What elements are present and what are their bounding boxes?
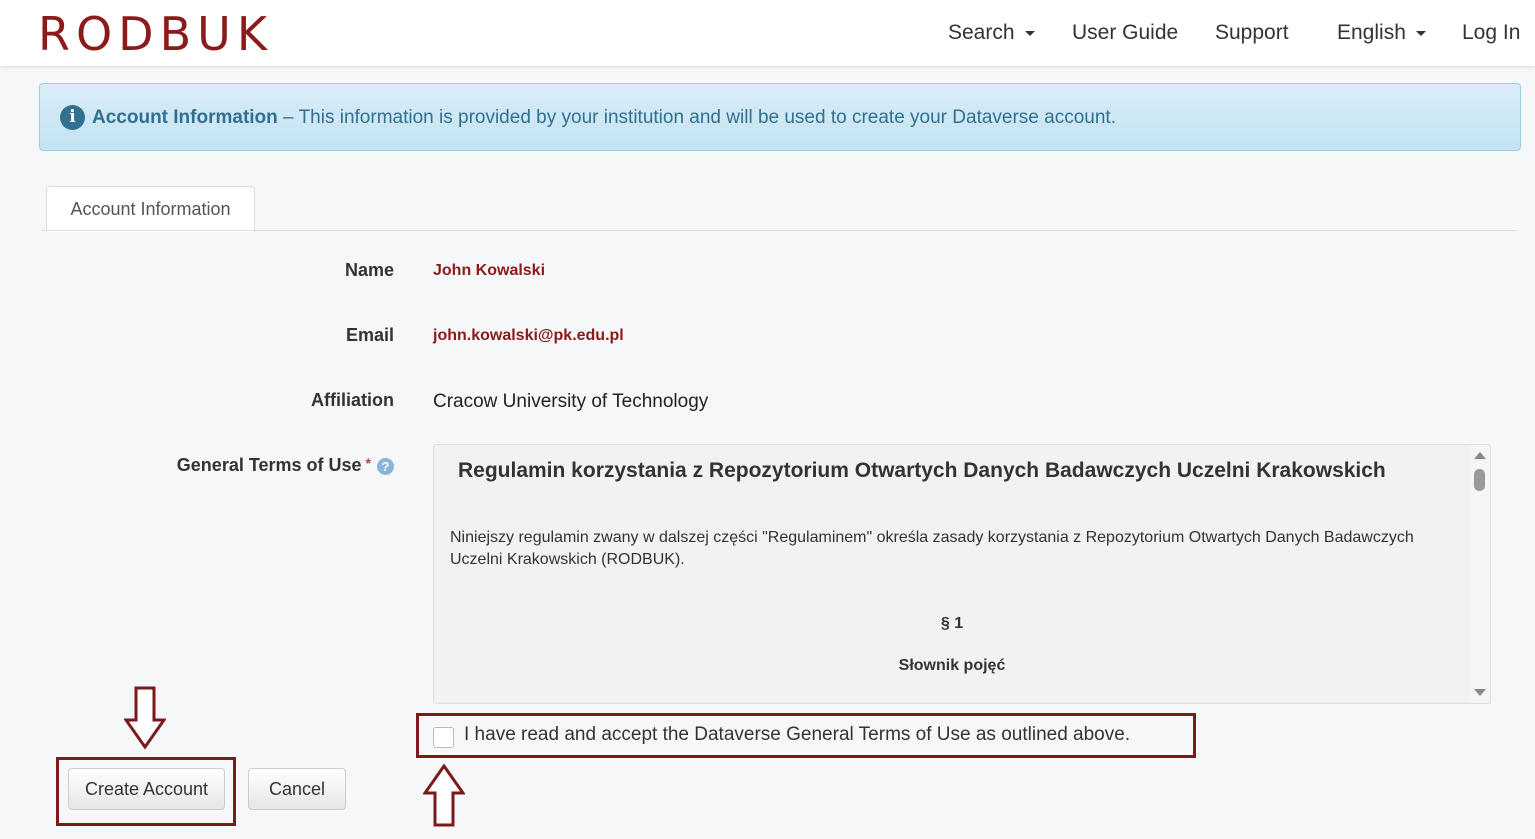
terms-paragraph: Niniejszy regulamin zwany w dalszej częś…: [450, 529, 1414, 568]
scroll-up-icon[interactable]: [1474, 452, 1486, 459]
accept-terms-checkbox[interactable]: [433, 727, 454, 748]
arrow-up-icon: [423, 764, 465, 827]
terms-scroll-box[interactable]: Regulamin korzystania z Repozytorium Otw…: [433, 444, 1491, 704]
nav-language-label: English: [1337, 21, 1406, 44]
terms-section-number: § 1: [940, 615, 964, 632]
account-info-alert: i Account Information – This information…: [39, 83, 1521, 151]
terms-content: Regulamin korzystania z Repozytorium Otw…: [434, 445, 1470, 703]
nav-search-dropdown[interactable]: Search: [948, 20, 1035, 46]
tab-account-information[interactable]: Account Information: [46, 186, 255, 232]
rodbuk-logo[interactable]: RODBUK: [38, 8, 273, 60]
accept-terms-label[interactable]: I have read and accept the Dataverse Gen…: [464, 724, 1130, 746]
nav-support[interactable]: Support: [1215, 20, 1289, 46]
caret-down-icon: [1415, 30, 1426, 36]
nav-search-label: Search: [948, 21, 1015, 44]
scroll-thumb[interactable]: [1474, 469, 1485, 491]
info-icon: i: [60, 105, 85, 130]
question-icon[interactable]: ?: [377, 457, 394, 475]
affiliation-value: Cracow University of Technology: [433, 391, 709, 412]
terms-section-title: Słownik pojęć: [898, 657, 1006, 674]
email-value[interactable]: john.kowalski@pk.edu.pl: [433, 327, 624, 345]
nav-language-dropdown[interactable]: English: [1337, 20, 1426, 46]
alert-message: – This information is provided by your i…: [277, 107, 1116, 128]
affiliation-label: Affiliation: [311, 390, 394, 410]
scroll-down-icon[interactable]: [1474, 689, 1486, 696]
name-value: John Kowalski: [433, 262, 546, 279]
name-label: Name: [344, 260, 394, 280]
alert-text: Account Information – This information i…: [92, 105, 1116, 131]
email-label: Email: [345, 325, 394, 345]
caret-down-icon: [1024, 30, 1035, 36]
tab-divider: [42, 230, 1518, 231]
cancel-button[interactable]: Cancel: [248, 768, 346, 810]
terms-title: Regulamin korzystania z Repozytorium Otw…: [458, 459, 1386, 482]
nav-login[interactable]: Log In: [1462, 20, 1520, 46]
terms-label: General Terms of Use *?: [177, 455, 394, 476]
nav-user-guide[interactable]: User Guide: [1072, 20, 1178, 46]
terms-scrollbar[interactable]: [1470, 445, 1490, 703]
terms-label-text: General Terms of Use: [176, 455, 362, 475]
navbar: RODBUK Search User Guide Support English…: [0, 0, 1535, 66]
create-account-button[interactable]: Create Account: [68, 768, 225, 810]
alert-title: Account Information: [92, 107, 278, 128]
required-asterisk: *: [365, 455, 371, 471]
arrow-down-icon: [124, 686, 166, 750]
